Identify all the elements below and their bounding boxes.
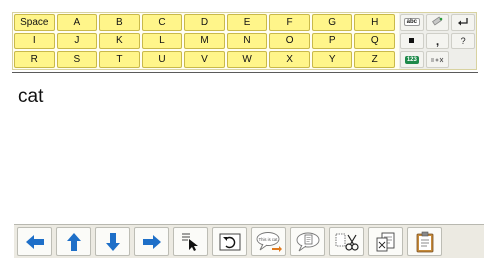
key-o[interactable]: O — [269, 32, 310, 50]
undo-button[interactable] — [212, 227, 247, 256]
clipboard-icon — [416, 231, 433, 252]
math-symbols-icon — [431, 57, 444, 62]
arrow-down-icon — [105, 232, 120, 251]
question-key[interactable]: ? — [451, 32, 475, 50]
move-right-button[interactable] — [134, 227, 169, 256]
speak-bubble-text: This is cat — [258, 237, 278, 242]
key-b[interactable]: B — [99, 14, 140, 31]
clipboard-button[interactable] — [407, 227, 442, 256]
bottom-toolbar: This is cat — [14, 224, 484, 258]
key-y[interactable]: Y — [311, 51, 353, 68]
key-z[interactable]: Z — [354, 51, 395, 68]
key-f[interactable]: F — [269, 14, 310, 31]
key-v[interactable]: V — [184, 51, 225, 68]
key-g[interactable]: G — [311, 14, 353, 31]
key-u[interactable]: U — [141, 51, 183, 68]
letter-keys: Space A B C D E F G H I J K L M N O P Q … — [13, 13, 396, 69]
key-w[interactable]: W — [226, 51, 268, 68]
return-arrow-icon — [458, 18, 468, 26]
period-square-icon — [409, 38, 415, 44]
key-r[interactable]: R — [14, 51, 55, 68]
numbers-mode-label: 123 — [404, 55, 419, 64]
key-d[interactable]: D — [184, 14, 225, 31]
abc-mode-button[interactable]: abc — [400, 14, 424, 31]
arrow-right-icon — [142, 234, 161, 249]
move-left-button[interactable] — [17, 227, 52, 256]
undo-icon — [219, 233, 240, 250]
function-keys: abc , ? 123 — [399, 13, 476, 69]
comma-key[interactable]: , — [425, 32, 450, 50]
key-q[interactable]: Q — [354, 32, 395, 50]
numbers-mode-button[interactable]: 123 — [400, 51, 424, 68]
keyboard-separator — [12, 72, 478, 73]
period-key[interactable] — [400, 32, 424, 50]
key-p[interactable]: P — [311, 32, 353, 50]
enter-button[interactable] — [451, 14, 475, 31]
abc-mode-label: abc — [403, 18, 420, 27]
key-j[interactable]: J — [56, 32, 98, 50]
select-cursor-icon — [181, 233, 198, 251]
cut-button[interactable] — [329, 227, 364, 256]
move-down-button[interactable] — [95, 227, 130, 256]
paste-button[interactable] — [368, 227, 403, 256]
key-t[interactable]: T — [99, 51, 140, 68]
arrow-up-icon — [66, 232, 81, 251]
on-screen-keyboard: Space A B C D E F G H I J K L M N O P Q … — [12, 12, 477, 70]
key-h[interactable]: H — [354, 14, 395, 31]
clear-button[interactable] — [425, 14, 450, 31]
symbols-mode-button[interactable] — [425, 51, 450, 68]
empty-key-slot — [451, 51, 475, 68]
key-e[interactable]: E — [226, 14, 268, 31]
key-space[interactable]: Space — [14, 14, 55, 31]
scissors-icon — [335, 233, 359, 251]
app-window: Space A B C D E F G H I J K L M N O P Q … — [0, 0, 490, 261]
key-s[interactable]: S — [56, 51, 98, 68]
key-a[interactable]: A — [56, 14, 98, 31]
key-n[interactable]: N — [226, 32, 268, 50]
arrow-left-icon — [25, 234, 44, 249]
paste-icon — [376, 232, 394, 251]
select-button[interactable] — [173, 227, 208, 256]
speak-button[interactable] — [290, 227, 325, 256]
key-m[interactable]: M — [184, 32, 225, 50]
key-x[interactable]: X — [269, 51, 310, 68]
speak-sentence-icon: This is cat — [256, 231, 282, 252]
key-l[interactable]: L — [141, 32, 183, 50]
eraser-icon — [432, 16, 443, 26]
key-i[interactable]: I — [14, 32, 55, 50]
document-text-area[interactable]: cat — [12, 74, 478, 220]
key-k[interactable]: K — [99, 32, 140, 50]
move-up-button[interactable] — [56, 227, 91, 256]
key-c[interactable]: C — [141, 14, 183, 31]
speak-bubble-icon — [296, 232, 319, 251]
document-text: cat — [18, 86, 44, 107]
speak-sentence-button[interactable]: This is cat — [251, 227, 286, 256]
